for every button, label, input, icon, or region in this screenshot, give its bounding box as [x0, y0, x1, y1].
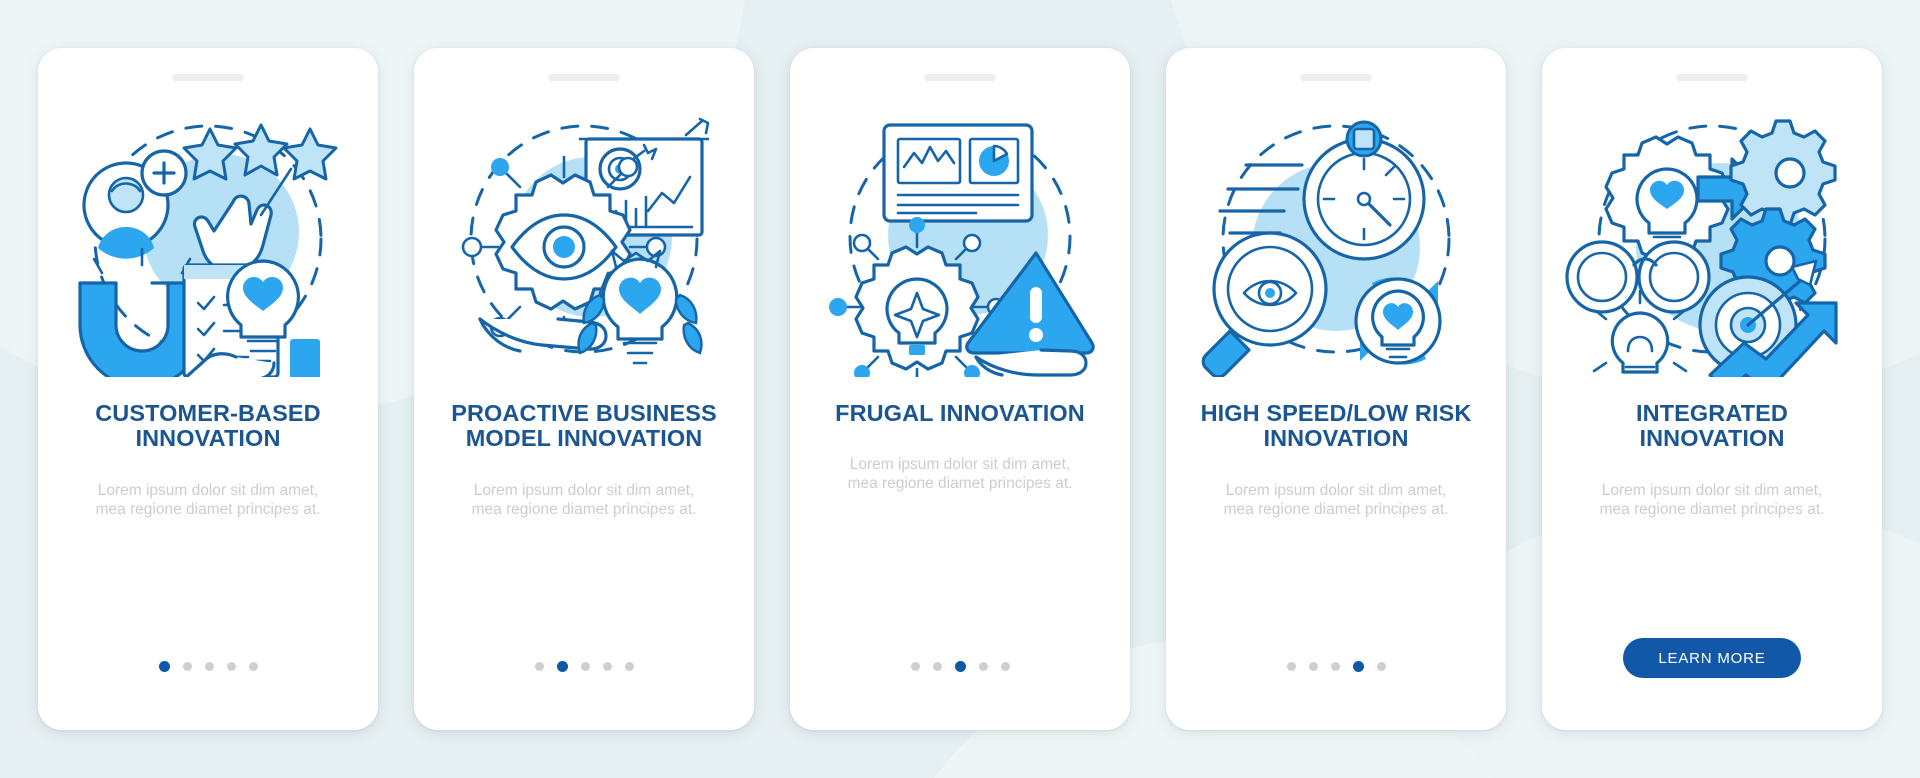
pagination-dot-2[interactable]	[932, 662, 942, 671]
phone-speaker-bar	[548, 74, 620, 81]
pagination-dot-5[interactable]	[1376, 662, 1386, 671]
pagination-dots[interactable]	[1286, 661, 1386, 672]
onboarding-screen-4[interactable]: HIGH SPEED/LOW RISK INNOVATION Lorem ips…	[1166, 48, 1506, 730]
screen-description: Lorem ipsum dolor sit dim amet, mea regi…	[471, 481, 697, 518]
phone-speaker-bar	[172, 74, 244, 81]
pagination-dot-1[interactable]	[1286, 662, 1296, 671]
illustration-customer-based-innovation	[58, 107, 358, 377]
gear-light-icon	[1729, 119, 1837, 227]
screen-description: Lorem ipsum dolor sit dim amet, mea regi…	[1599, 481, 1825, 518]
pagination-dot-3[interactable]	[204, 662, 214, 671]
phone-speaker-bar	[1300, 74, 1372, 81]
pagination-dot-3[interactable]	[954, 661, 966, 672]
screen-title: INTEGRATED INNOVATION	[1635, 400, 1788, 452]
pagination-dot-2[interactable]	[556, 661, 568, 672]
pagination-dot-1[interactable]	[910, 662, 920, 671]
illustration-frugal-innovation	[810, 107, 1110, 377]
pagination-dot-3[interactable]	[580, 662, 590, 671]
screen-description: Lorem ipsum dolor sit dim amet, mea regi…	[847, 456, 1073, 493]
magnifier-eye-icon	[1201, 231, 1328, 377]
innovation-cycle-icon	[1354, 277, 1442, 365]
screen-title: FRUGAL INNOVATION	[835, 400, 1085, 426]
pagination-dot-1[interactable]	[534, 662, 544, 671]
onboarding-screens-row: CUSTOMER-BASED INNOVATION Lorem ipsum do…	[0, 0, 1920, 778]
illustration-proactive-business-model-innovation	[434, 107, 734, 377]
pagination-dot-4[interactable]	[1352, 661, 1364, 672]
pagination-dot-5[interactable]	[1000, 662, 1010, 671]
pagination-dot-2[interactable]	[1308, 662, 1318, 671]
onboarding-screen-5[interactable]: INTEGRATED INNOVATION Lorem ipsum dolor …	[1542, 48, 1882, 730]
onboarding-screen-2[interactable]: PROACTIVE BUSINESS MODEL INNOVATION Lore…	[414, 48, 754, 730]
pagination-dot-4[interactable]	[602, 662, 612, 671]
report-card-icon	[882, 123, 1034, 223]
phone-speaker-bar	[1676, 74, 1748, 81]
onboarding-screen-1[interactable]: CUSTOMER-BASED INNOVATION Lorem ipsum do…	[38, 48, 378, 730]
learn-more-button[interactable]: LEARN MORE	[1623, 638, 1801, 678]
pagination-dot-3[interactable]	[1330, 662, 1340, 671]
onboarding-screen-3[interactable]: FRUGAL INNOVATION Lorem ipsum dolor sit …	[790, 48, 1130, 730]
pagination-dots[interactable]	[534, 661, 634, 672]
pagination-dot-5[interactable]	[624, 662, 634, 671]
illustration-integrated-innovation	[1562, 107, 1862, 377]
pagination-dot-2[interactable]	[182, 662, 192, 671]
pagination-dot-4[interactable]	[226, 662, 236, 671]
pagination-dot-4[interactable]	[978, 662, 988, 671]
phone-speaker-bar	[924, 74, 996, 81]
screen-description: Lorem ipsum dolor sit dim amet, mea regi…	[1223, 481, 1449, 518]
screen-description: Lorem ipsum dolor sit dim amet, mea regi…	[95, 481, 321, 518]
pagination-dot-5[interactable]	[248, 662, 258, 671]
screen-title: HIGH SPEED/LOW RISK INNOVATION	[1200, 400, 1472, 452]
pagination-dots[interactable]	[910, 661, 1010, 672]
illustration-high-speed-low-risk-innovation	[1186, 107, 1486, 377]
stopwatch-icon	[1302, 120, 1426, 261]
pagination-dot-1[interactable]	[158, 661, 170, 672]
screen-title: PROACTIVE BUSINESS MODEL INNOVATION	[451, 400, 717, 452]
pagination-dots[interactable]	[158, 661, 258, 672]
screen-title: CUSTOMER-BASED INNOVATION	[95, 400, 321, 452]
